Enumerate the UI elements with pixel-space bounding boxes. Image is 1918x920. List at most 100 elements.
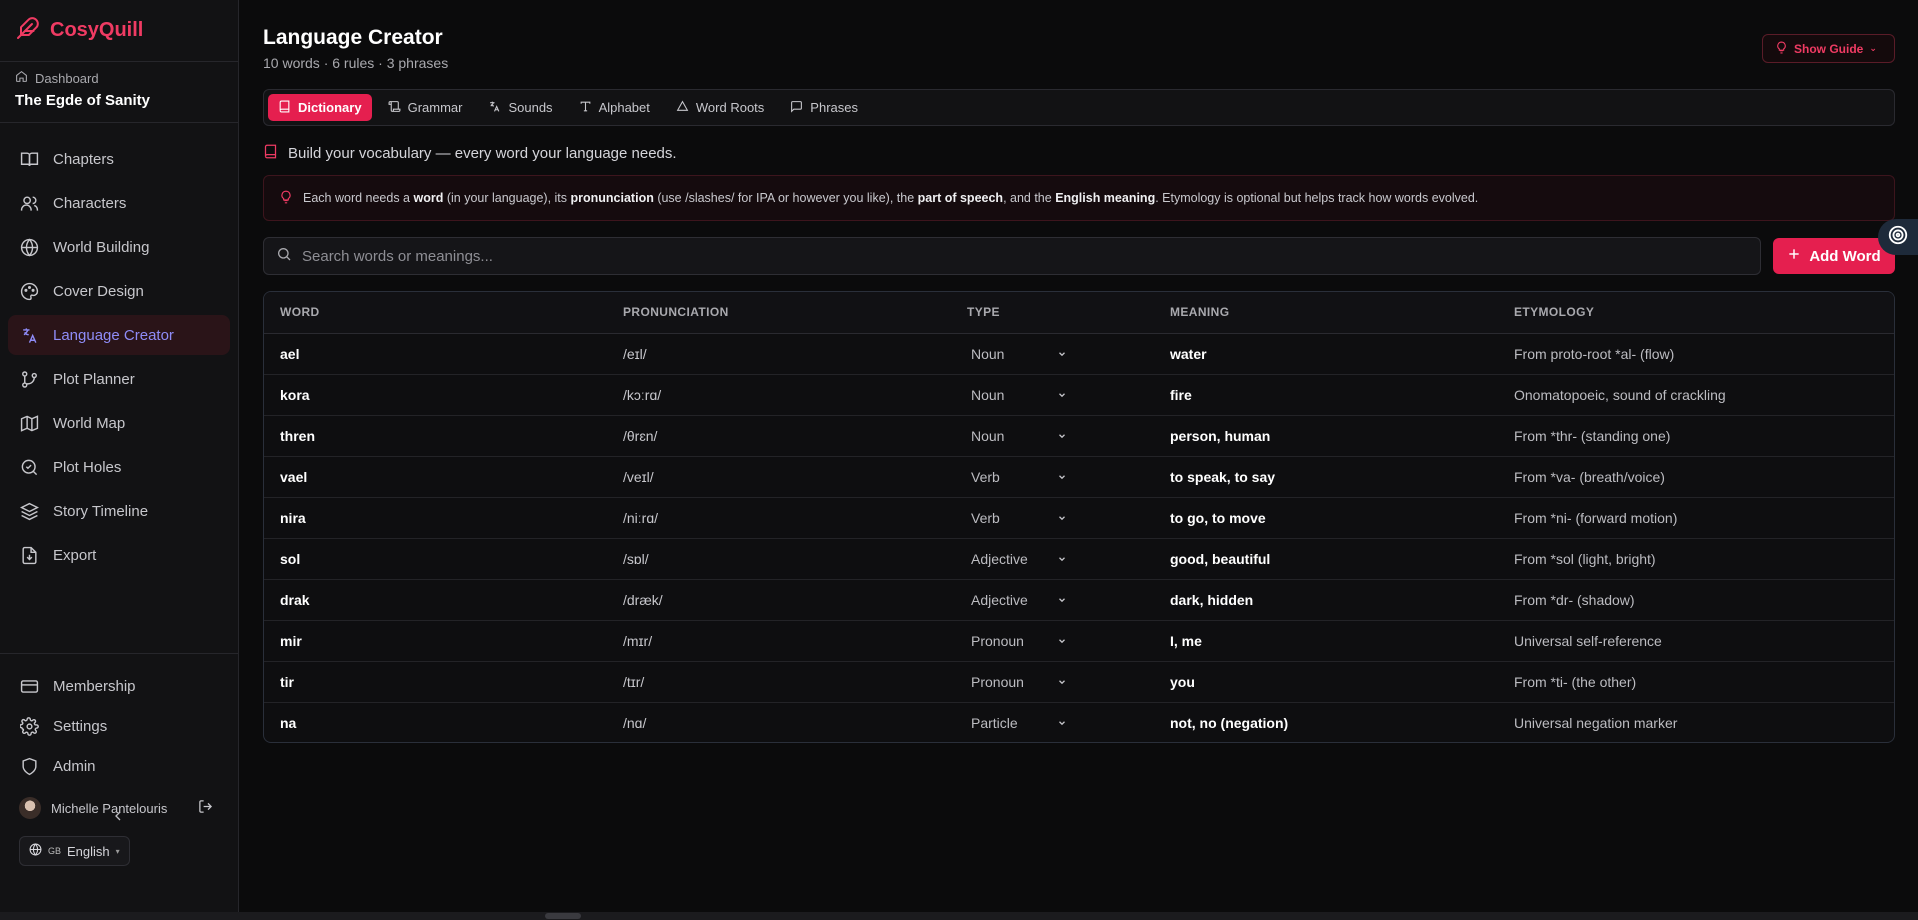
add-word-button[interactable]: Add Word bbox=[1773, 238, 1895, 274]
language-selector[interactable]: GB English ▾ bbox=[19, 836, 130, 866]
column-header-etymology[interactable]: ETYMOLOGY bbox=[1498, 292, 1894, 334]
sidebar-item-cover-design[interactable]: Cover Design bbox=[8, 271, 230, 311]
table-row[interactable]: tir /tɪr/ Pronoun you From *ti- (the oth… bbox=[264, 661, 1894, 703]
collapse-sidebar-icon[interactable] bbox=[110, 808, 126, 829]
meaning-cell[interactable]: fire bbox=[1154, 374, 1498, 416]
sidebar-item-label: Plot Holes bbox=[53, 458, 122, 476]
table-row[interactable]: drak /dræk/ Adjective dark, hidden From … bbox=[264, 579, 1894, 621]
etymology-cell[interactable]: From *ti- (the other) bbox=[1498, 661, 1894, 703]
pronunciation-cell[interactable]: /sɒl/ bbox=[607, 538, 951, 580]
sidebar-item-plot-holes[interactable]: Plot Holes bbox=[8, 447, 230, 487]
horizontal-scrollbar[interactable] bbox=[0, 912, 1918, 920]
type-select[interactable]: Noun bbox=[967, 387, 1067, 403]
table-row[interactable]: nira /niːrɑ/ Verb to go, to move From *n… bbox=[264, 497, 1894, 539]
table-row[interactable]: thren /θrɛn/ Noun person, human From *th… bbox=[264, 415, 1894, 457]
etymology-cell[interactable]: From *ni- (forward motion) bbox=[1498, 497, 1894, 539]
etymology-cell[interactable]: From proto-root *al- (flow) bbox=[1498, 333, 1894, 375]
column-header-pronunciation[interactable]: PRONUNCIATION bbox=[607, 292, 951, 334]
type-select[interactable]: Adjective bbox=[967, 592, 1067, 608]
sidebar-item-admin[interactable]: Admin bbox=[8, 746, 230, 786]
pronunciation-cell[interactable]: /θrɛn/ bbox=[607, 415, 951, 457]
meaning-cell[interactable]: not, no (negation) bbox=[1154, 702, 1498, 742]
type-select[interactable]: Verb bbox=[967, 469, 1067, 485]
sidebar-item-characters[interactable]: Characters bbox=[8, 183, 230, 223]
etymology-cell[interactable]: From *va- (breath/voice) bbox=[1498, 456, 1894, 498]
type-select[interactable]: Noun bbox=[967, 346, 1067, 362]
meaning-cell[interactable]: you bbox=[1154, 661, 1498, 703]
table-row[interactable]: mir /mɪr/ Pronoun I, me Universal self-r… bbox=[264, 620, 1894, 662]
table-row[interactable]: sol /sɒl/ Adjective good, beautiful From… bbox=[264, 538, 1894, 580]
table-row[interactable]: kora /kɔːrɑ/ Noun fire Onomatopoeic, sou… bbox=[264, 374, 1894, 416]
meaning-cell[interactable]: to go, to move bbox=[1154, 497, 1498, 539]
meaning-cell[interactable]: person, human bbox=[1154, 415, 1498, 457]
word-cell[interactable]: ael bbox=[264, 333, 607, 375]
show-guide-button[interactable]: Show Guide ⌄ bbox=[1762, 34, 1895, 63]
sidebar-item-story-timeline[interactable]: Story Timeline bbox=[8, 491, 230, 531]
floating-assistant-button[interactable] bbox=[1878, 219, 1918, 255]
sidebar-item-membership[interactable]: Membership bbox=[8, 666, 230, 706]
word-cell[interactable]: sol bbox=[264, 538, 607, 580]
word-cell[interactable]: nira bbox=[264, 497, 607, 539]
sidebar-item-settings[interactable]: Settings bbox=[8, 706, 230, 746]
meaning-cell[interactable]: to speak, to say bbox=[1154, 456, 1498, 498]
meaning-cell[interactable]: I, me bbox=[1154, 620, 1498, 662]
scrollbar-thumb[interactable] bbox=[545, 913, 581, 919]
tab-sounds[interactable]: Sounds bbox=[478, 94, 562, 121]
sidebar-item-world-map[interactable]: World Map bbox=[8, 403, 230, 443]
sidebar-item-chapters[interactable]: Chapters bbox=[8, 139, 230, 179]
sidebar-item-language-creator[interactable]: Language Creator bbox=[8, 315, 230, 355]
brand[interactable]: CosyQuill bbox=[0, 0, 238, 62]
meaning-cell[interactable]: dark, hidden bbox=[1154, 579, 1498, 621]
type-select[interactable]: Verb bbox=[967, 510, 1067, 526]
pronunciation-cell[interactable]: /dræk/ bbox=[607, 579, 951, 621]
type-select[interactable]: Noun bbox=[967, 428, 1067, 444]
credit-card-icon bbox=[19, 676, 39, 696]
type-select[interactable]: Pronoun bbox=[967, 633, 1067, 649]
type-select[interactable]: Pronoun bbox=[967, 674, 1067, 690]
etymology-cell[interactable]: From *dr- (shadow) bbox=[1498, 579, 1894, 621]
word-cell[interactable]: kora bbox=[264, 374, 607, 416]
table-row[interactable]: ael /eɪl/ Noun water From proto-root *al… bbox=[264, 333, 1894, 375]
pronunciation-cell[interactable]: /veɪl/ bbox=[607, 456, 951, 498]
word-cell[interactable]: vael bbox=[264, 456, 607, 498]
meaning-cell[interactable]: water bbox=[1154, 333, 1498, 375]
tab-dictionary[interactable]: Dictionary bbox=[268, 94, 372, 121]
meaning-cell[interactable]: good, beautiful bbox=[1154, 538, 1498, 580]
tab-grammar[interactable]: Grammar bbox=[378, 94, 473, 121]
dashboard-link[interactable]: Dashboard bbox=[15, 70, 223, 86]
column-header-meaning[interactable]: MEANING bbox=[1154, 292, 1498, 334]
tab-phrases[interactable]: Phrases bbox=[780, 94, 868, 121]
type-cell: Adjective bbox=[951, 579, 1154, 621]
pronunciation-cell[interactable]: /niːrɑ/ bbox=[607, 497, 951, 539]
pronunciation-cell[interactable]: /tɪr/ bbox=[607, 661, 951, 703]
word-cell[interactable]: thren bbox=[264, 415, 607, 457]
etymology-cell[interactable]: Onomatopoeic, sound of crackling bbox=[1498, 374, 1894, 416]
search-input[interactable] bbox=[302, 247, 1748, 265]
word-cell[interactable]: drak bbox=[264, 579, 607, 621]
word-cell[interactable]: tir bbox=[264, 661, 607, 703]
tab-word-roots[interactable]: Word Roots bbox=[666, 94, 774, 121]
etymology-cell[interactable]: From *thr- (standing one) bbox=[1498, 415, 1894, 457]
etymology-cell[interactable]: Universal negation marker bbox=[1498, 702, 1894, 742]
type-select[interactable]: Adjective bbox=[967, 551, 1067, 567]
sidebar-item-world-building[interactable]: World Building bbox=[8, 227, 230, 267]
sidebar-item-export[interactable]: Export bbox=[8, 535, 230, 575]
etymology-cell[interactable]: Universal self-reference bbox=[1498, 620, 1894, 662]
pronunciation-cell[interactable]: /mɪr/ bbox=[607, 620, 951, 662]
column-header-type[interactable]: TYPE bbox=[951, 292, 1154, 334]
sidebar-item-plot-planner[interactable]: Plot Planner bbox=[8, 359, 230, 399]
word-cell[interactable]: na bbox=[264, 702, 607, 742]
pronunciation-cell[interactable]: /kɔːrɑ/ bbox=[607, 374, 951, 416]
pronunciation-cell[interactable]: /eɪl/ bbox=[607, 333, 951, 375]
logout-icon[interactable] bbox=[198, 799, 213, 817]
table-row[interactable]: na /nɑ/ Particle not, no (negation) Univ… bbox=[264, 702, 1894, 742]
table-row[interactable]: vael /veɪl/ Verb to speak, to say From *… bbox=[264, 456, 1894, 498]
chevron-down-icon bbox=[1057, 387, 1067, 403]
column-header-word[interactable]: WORD bbox=[264, 292, 607, 334]
pronunciation-cell[interactable]: /nɑ/ bbox=[607, 702, 951, 742]
type-select[interactable]: Particle bbox=[967, 715, 1067, 731]
word-cell[interactable]: mir bbox=[264, 620, 607, 662]
etymology-cell[interactable]: From *sol (light, bright) bbox=[1498, 538, 1894, 580]
tab-alphabet[interactable]: Alphabet bbox=[569, 94, 660, 121]
type-value: Particle bbox=[971, 714, 1018, 731]
